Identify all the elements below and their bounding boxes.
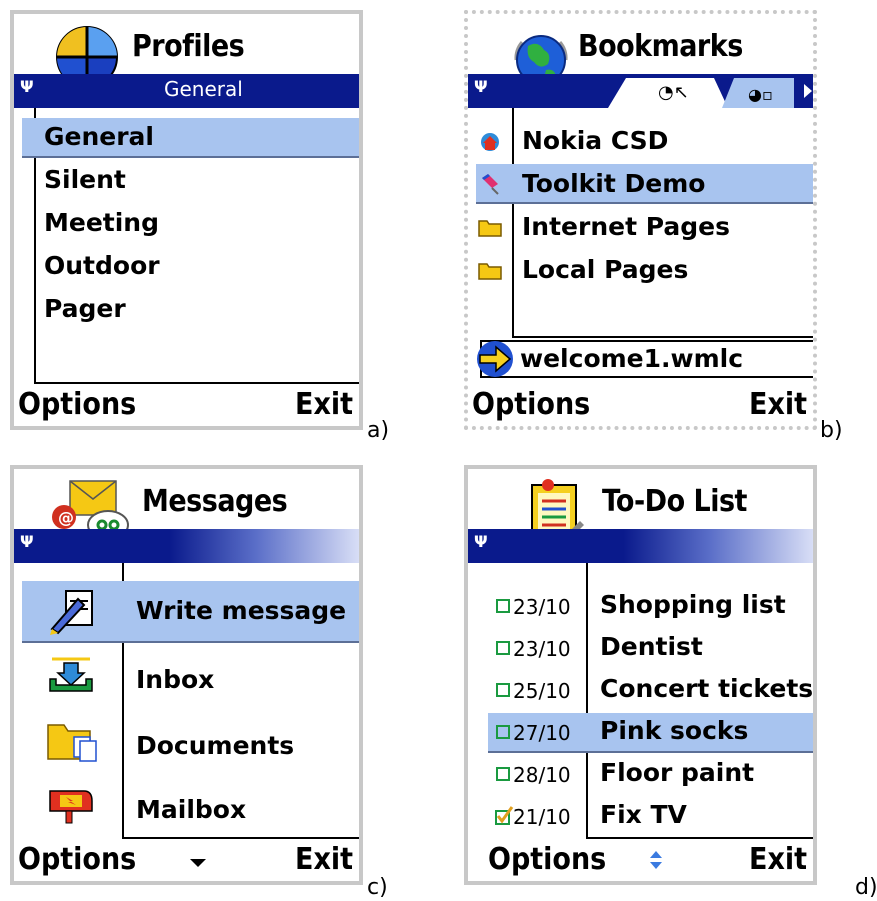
options-softkey[interactable]: Options (488, 841, 606, 879)
scroll-down-icon (190, 859, 206, 867)
todo-row[interactable]: 27/10 Pink socks (468, 715, 813, 755)
panel-caption-b: b) (820, 418, 843, 443)
pin-bookmark-icon (482, 174, 499, 195)
home-bookmark-icon (481, 133, 499, 151)
mailbox-icon (49, 790, 93, 824)
status-bar: Ψ General (14, 74, 359, 108)
status-bar: Ψ (14, 529, 359, 563)
go-arrow-icon (477, 341, 513, 377)
todo-date: 23/10 (513, 595, 571, 619)
folder-icon (478, 263, 502, 280)
checkbox-icon[interactable] (496, 725, 510, 739)
exit-softkey[interactable]: Exit (295, 841, 353, 879)
frame-bottom-line (512, 336, 813, 338)
menu-item-documents[interactable]: Documents (136, 727, 294, 765)
messages-screen: @ Messages Ψ Write message Inbox Documen… (10, 465, 363, 885)
status-bar: Ψ (468, 529, 813, 563)
bookmark-local-pages[interactable]: Local Pages (522, 251, 688, 289)
todo-date: 27/10 (513, 721, 571, 745)
checkbox-icon[interactable] (496, 641, 510, 655)
panel-caption-c: c) (367, 875, 388, 900)
checkbox-icon[interactable] (496, 767, 510, 781)
status-bar: Ψ ◔↖ ◕▫ (468, 74, 813, 108)
bookmark-nokia-csd[interactable]: Nokia CSD (522, 122, 668, 160)
list-item-outdoor[interactable]: Outdoor (44, 247, 160, 285)
signal-icon: Ψ (20, 532, 34, 551)
menu-item-inbox[interactable]: Inbox (136, 661, 214, 699)
checkbox-icon[interactable] (496, 599, 510, 613)
write-message-icon (50, 590, 93, 635)
folder-icon (478, 220, 502, 237)
exit-softkey[interactable]: Exit (749, 386, 807, 424)
profiles-screen: Profiles Ψ General General Silent Meetin… (10, 10, 363, 430)
frame-left-line (512, 108, 514, 336)
menu-item-mailbox[interactable]: Mailbox (136, 791, 246, 829)
todo-row[interactable]: 21/10 Fix TV (468, 799, 813, 839)
exit-softkey[interactable]: Exit (295, 386, 353, 424)
todo-row[interactable]: 23/10 Dentist (468, 631, 813, 671)
todo-screen: To-Do List Ψ 23/10 Shopping list 23/10 D… (464, 465, 817, 885)
list-item-meeting[interactable]: Meeting (44, 204, 159, 242)
menu-item-write-message[interactable]: Write message (136, 592, 346, 630)
panel-caption-d: d) (855, 875, 877, 900)
list-item-pager[interactable]: Pager (44, 290, 126, 328)
todo-row[interactable]: 25/10 Concert tickets (468, 673, 814, 713)
todo-row[interactable]: 23/10 Shopping list (468, 589, 813, 629)
active-profile-label: General (164, 77, 243, 101)
todo-label: Dentist (600, 632, 703, 661)
todo-label: Pink socks (600, 716, 749, 745)
signal-icon: Ψ (20, 77, 34, 96)
bookmarks-screen: Bookmarks Ψ ◔↖ ◕▫ Nokia CSD Toolkit Demo… (464, 10, 817, 430)
navi-tabs: ◔↖ ◕▫ (608, 78, 812, 108)
todo-label: Shopping list (600, 590, 786, 619)
svg-text:◕▫: ◕▫ (748, 85, 773, 104)
exit-softkey[interactable]: Exit (749, 841, 807, 879)
svg-text:@: @ (58, 508, 74, 527)
list-item-silent[interactable]: Silent (44, 161, 126, 199)
todo-date: 21/10 (513, 805, 571, 829)
bookmark-internet-pages[interactable]: Internet Pages (522, 208, 730, 246)
frame-bottom-line (122, 837, 359, 839)
checkbox-icon[interactable] (496, 683, 510, 697)
page-title: Bookmarks (578, 29, 743, 64)
address-text: welcome1.wmlc (520, 344, 744, 373)
checked-checkbox-icon[interactable] (494, 805, 514, 825)
page-title: Profiles (132, 29, 245, 64)
options-softkey[interactable]: Options (18, 386, 136, 424)
todo-label: Floor paint (600, 758, 755, 787)
todo-date: 23/10 (513, 637, 571, 661)
todo-row[interactable]: 28/10 Floor paint (468, 757, 813, 797)
list-item-general[interactable]: General (44, 118, 154, 156)
todo-label: Fix TV (600, 800, 687, 829)
panel-caption-a: a) (367, 418, 390, 443)
documents-folder-icon (47, 724, 97, 762)
todo-date: 25/10 (513, 679, 571, 703)
options-softkey[interactable]: Options (18, 841, 136, 879)
bookmark-toolkit-demo[interactable]: Toolkit Demo (522, 165, 705, 203)
page-title: Messages (142, 484, 288, 519)
inbox-icon (49, 657, 93, 692)
signal-icon: Ψ (474, 77, 488, 96)
svg-text:◔↖: ◔↖ (658, 82, 689, 103)
options-softkey[interactable]: Options (472, 386, 590, 424)
signal-icon: Ψ (474, 532, 488, 551)
page-title: To-Do List (602, 484, 747, 519)
scroll-up-down-icon (650, 851, 662, 869)
todo-label: Concert tickets (600, 674, 814, 703)
frame-bottom-line (34, 382, 359, 384)
todo-date: 28/10 (513, 763, 571, 787)
